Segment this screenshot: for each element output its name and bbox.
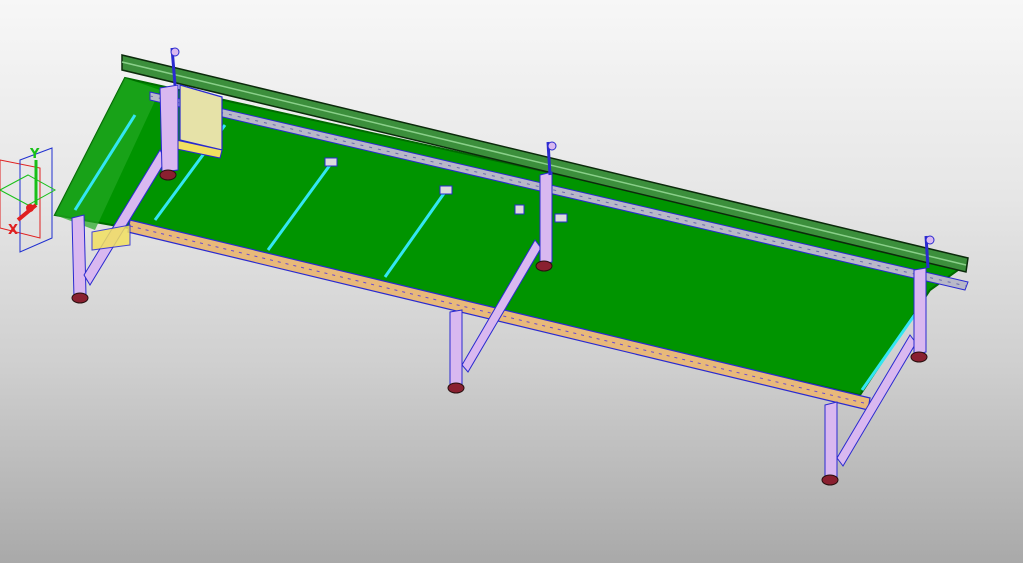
drive-motor-housing[interactable] [179,84,223,151]
belt-bracket-1 [324,157,338,167]
adjust-knob [170,47,180,57]
leveling-foot [447,382,465,394]
belt-bracket-4 [514,204,525,215]
cad-viewport[interactable]: Y X [0,0,1023,563]
xz-plane [0,174,57,206]
belt-bracket-3 [554,213,568,223]
leveling-foot [910,351,928,363]
conveyor-model[interactable]: Y X [0,0,1023,563]
leveling-foot [159,169,177,181]
coordinate-triad[interactable]: Y X [0,147,57,253]
x-axis-label: X [8,223,18,238]
y-axis-label: Y [29,147,40,162]
leveling-foot [71,292,89,304]
adjust-knob [925,235,935,245]
leveling-foot [821,474,839,486]
belt-bracket-2 [439,185,453,195]
adjust-knob [547,141,557,151]
leveling-foot [535,260,553,272]
origin-icon [26,204,34,212]
